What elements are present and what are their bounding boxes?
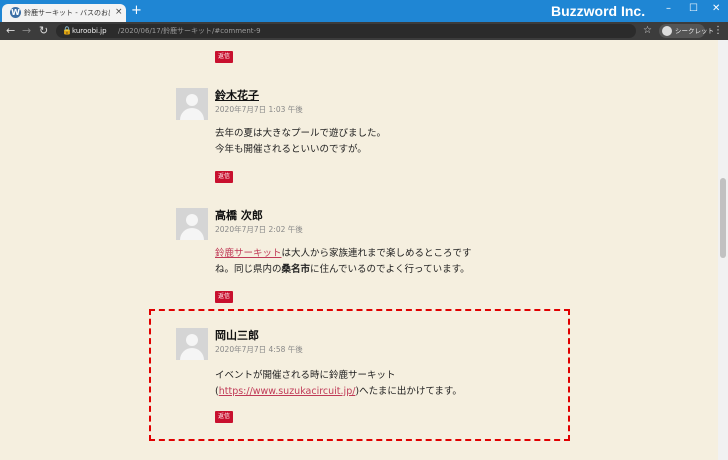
menu-dots-icon[interactable]: ⋮ [713,23,723,39]
lock-icon: 🔒 [62,26,72,35]
comment-date[interactable]: 2020年7月7日 2:02 午後 [215,225,303,235]
reply-button[interactable]: 返信 [215,51,234,63]
tab-title: 鈴鹿サーキット - バスのお出かけブログ [24,9,110,17]
comment-body: 鈴鹿サーキットは大人から家族連れまで楽しめるところです ね。同じ県内の桑名市に住… [215,248,472,275]
browser-toolbar: ← → ↻ 🔒 kuroobi.jp /2020/06/17/鈴鹿サーキット/#… [0,22,728,40]
reply-button[interactable]: 返信 [215,171,234,183]
forward-arrow-icon[interactable]: → [22,23,31,39]
incognito-badge[interactable]: シークレット [659,24,714,38]
back-arrow-icon[interactable]: ← [6,23,15,39]
comment-date[interactable]: 2020年7月7日 1:03 午後 [215,105,303,115]
avatar [176,88,208,120]
reply-button[interactable]: 返信 [215,411,234,423]
new-tab-button[interactable]: + [131,4,142,18]
comment-author[interactable]: 鈴木花子 [215,89,259,103]
bookmark-star-icon[interactable]: ☆ [643,23,652,39]
inline-link[interactable]: https://www.suzukacircuit.jp/ [219,386,356,397]
address-bar[interactable]: 🔒 kuroobi.jp /2020/06/17/鈴鹿サーキット/#commen… [56,24,636,38]
comment-author: 岡山三郎 [215,329,259,342]
incognito-label: シークレット [675,27,714,35]
comment-date[interactable]: 2020年7月7日 4:58 午後 [215,345,303,355]
url-path: /2020/06/17/鈴鹿サーキット/#comment-9 [118,27,261,35]
incognito-icon [662,26,672,36]
title-bar: W 鈴鹿サーキット - バスのお出かけブログ × + Buzzword Inc.… [0,0,728,22]
scroll-thumb[interactable] [720,178,726,258]
brand-watermark: Buzzword Inc. [551,3,646,19]
wordpress-icon: W [10,7,21,18]
scrollbar[interactable] [718,40,728,460]
url-host: kuroobi.jp [72,27,107,35]
comment-body: 去年の夏は大きなプールで遊びました。 今年も開催されるといいのですが。 [215,128,387,155]
avatar [176,208,208,240]
browser-tab[interactable]: W 鈴鹿サーキット - バスのお出かけブログ × [2,4,126,22]
bold-text: 桑名市 [281,264,311,275]
comment-body: イベントが開催される時に鈴鹿サーキット (https://www.suzukac… [215,370,462,397]
maximize-icon[interactable]: ☐ [689,2,698,16]
reload-icon[interactable]: ↻ [39,23,48,39]
comment-author: 高橋 次郎 [215,209,263,222]
inline-link[interactable]: 鈴鹿サーキット [215,248,282,259]
close-tab-icon[interactable]: × [115,6,123,18]
reply-button[interactable]: 返信 [215,291,234,303]
window-close-icon[interactable]: ✕ [712,2,720,16]
minimize-icon[interactable]: – [666,2,671,16]
avatar [176,328,208,360]
